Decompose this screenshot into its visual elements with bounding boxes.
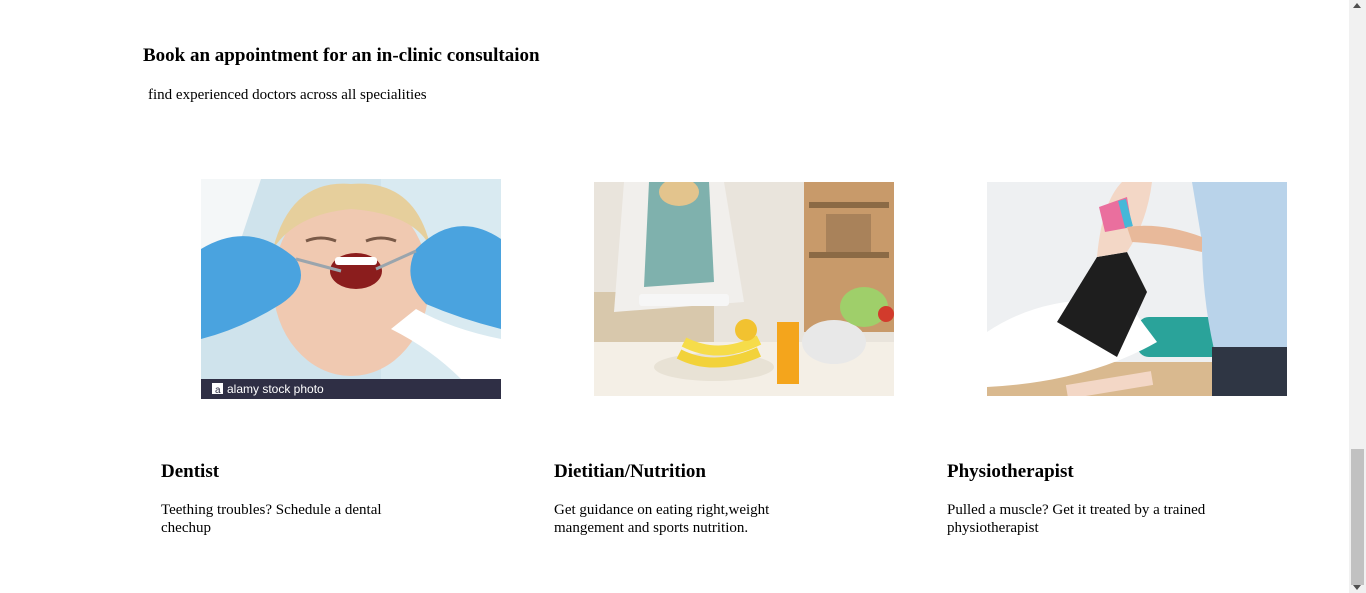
- physiotherapist-photo: [987, 182, 1287, 396]
- card-title-physiotherapist: Physiotherapist: [947, 461, 1074, 482]
- dentist-image[interactable]: a alamy stock photo: [201, 179, 501, 399]
- section-heading: Book an appointment for an in-clinic con…: [143, 45, 540, 66]
- vertical-scrollbar[interactable]: [1349, 0, 1366, 593]
- svg-text:a: a: [215, 385, 221, 396]
- page: Book an appointment for an in-clinic con…: [0, 0, 1349, 593]
- scrollbar-thumb[interactable]: [1351, 449, 1364, 585]
- dentist-photo: a alamy stock photo: [201, 179, 501, 399]
- card-title-dietitian: Dietitian/Nutrition: [554, 461, 706, 482]
- section-subheading: find experienced doctors across all spec…: [148, 87, 427, 103]
- dietitian-photo: [594, 182, 894, 396]
- card-desc-physiotherapist: Pulled a muscle? Get it treated by a tra…: [947, 502, 1206, 536]
- scroll-up-arrow-icon[interactable]: [1353, 3, 1361, 8]
- watermark-text: alamy stock photo: [227, 382, 324, 396]
- dietitian-image[interactable]: [594, 182, 894, 396]
- card-title-dentist: Dentist: [161, 461, 220, 482]
- physiotherapist-image[interactable]: [987, 182, 1287, 396]
- card-desc-dietitian: Get guidance on eating right,weight mang…: [554, 502, 770, 536]
- scroll-down-arrow-icon[interactable]: [1353, 585, 1361, 590]
- card-desc-dentist: Teething troubles? Schedule a dental che…: [161, 502, 382, 536]
